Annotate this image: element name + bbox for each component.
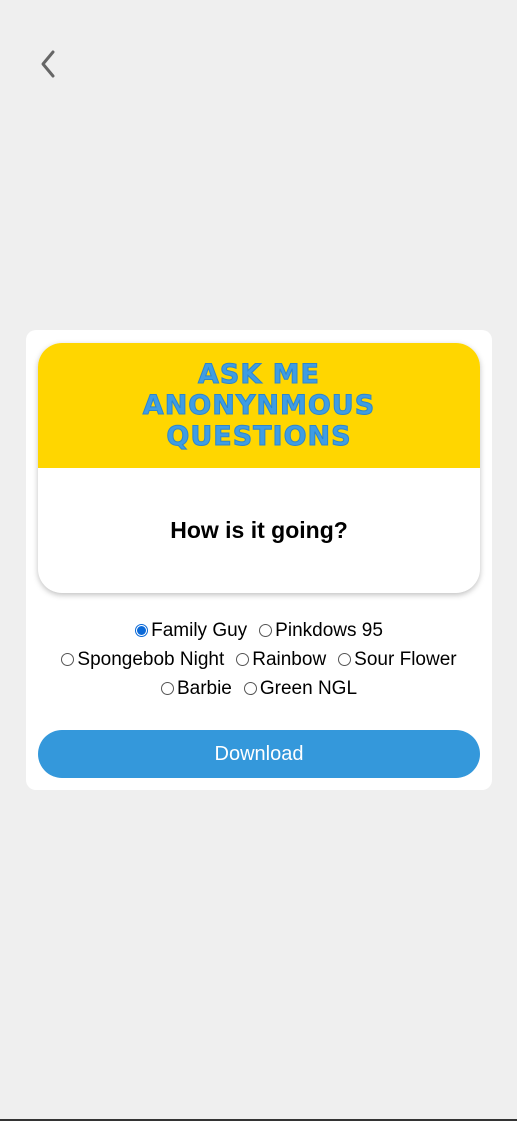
- theme-option-sour-flower[interactable]: Sour Flower: [338, 645, 457, 674]
- theme-row: Barbie Green NGL: [26, 674, 492, 703]
- chevron-left-icon: [41, 50, 55, 78]
- theme-row: Spongebob Night Rainbow Sour Flower: [26, 645, 492, 674]
- theme-option-rainbow[interactable]: Rainbow: [236, 645, 326, 674]
- theme-option-spongebob-night[interactable]: Spongebob Night: [61, 645, 224, 674]
- preview-title: Ask me anonynmous questions: [142, 359, 376, 453]
- theme-label: Pinkdows 95: [275, 620, 383, 641]
- radio-button[interactable]: [160, 682, 174, 695]
- theme-selector: Family Guy Pinkdows 95 Spongebob Night R…: [26, 616, 492, 703]
- preview-header: Ask me anonynmous questions: [38, 343, 480, 468]
- back-button[interactable]: [28, 44, 68, 84]
- theme-row: Family Guy Pinkdows 95: [26, 616, 492, 645]
- share-card: Ask me anonynmous questions How is it go…: [26, 330, 492, 790]
- theme-label: Green NGL: [259, 678, 358, 699]
- radio-button[interactable]: [236, 653, 250, 666]
- radio-button[interactable]: [135, 624, 149, 637]
- theme-label: Barbie: [176, 678, 232, 699]
- radio-button[interactable]: [338, 653, 352, 666]
- radio-button[interactable]: [259, 624, 273, 637]
- theme-option-pinkdows-95[interactable]: Pinkdows 95: [259, 616, 383, 645]
- theme-option-green-ngl[interactable]: Green NGL: [243, 674, 358, 703]
- theme-label: Spongebob Night: [77, 649, 225, 670]
- download-button[interactable]: Download: [38, 730, 480, 778]
- radio-button[interactable]: [243, 682, 257, 695]
- theme-label: Sour Flower: [354, 649, 457, 670]
- theme-option-family-guy[interactable]: Family Guy: [135, 616, 247, 645]
- theme-option-barbie[interactable]: Barbie: [160, 674, 232, 703]
- radio-button[interactable]: [61, 653, 75, 666]
- preview-question: How is it going?: [170, 517, 348, 543]
- question-preview: Ask me anonynmous questions How is it go…: [38, 343, 480, 593]
- theme-label: Rainbow: [252, 649, 327, 670]
- theme-label: Family Guy: [151, 620, 248, 641]
